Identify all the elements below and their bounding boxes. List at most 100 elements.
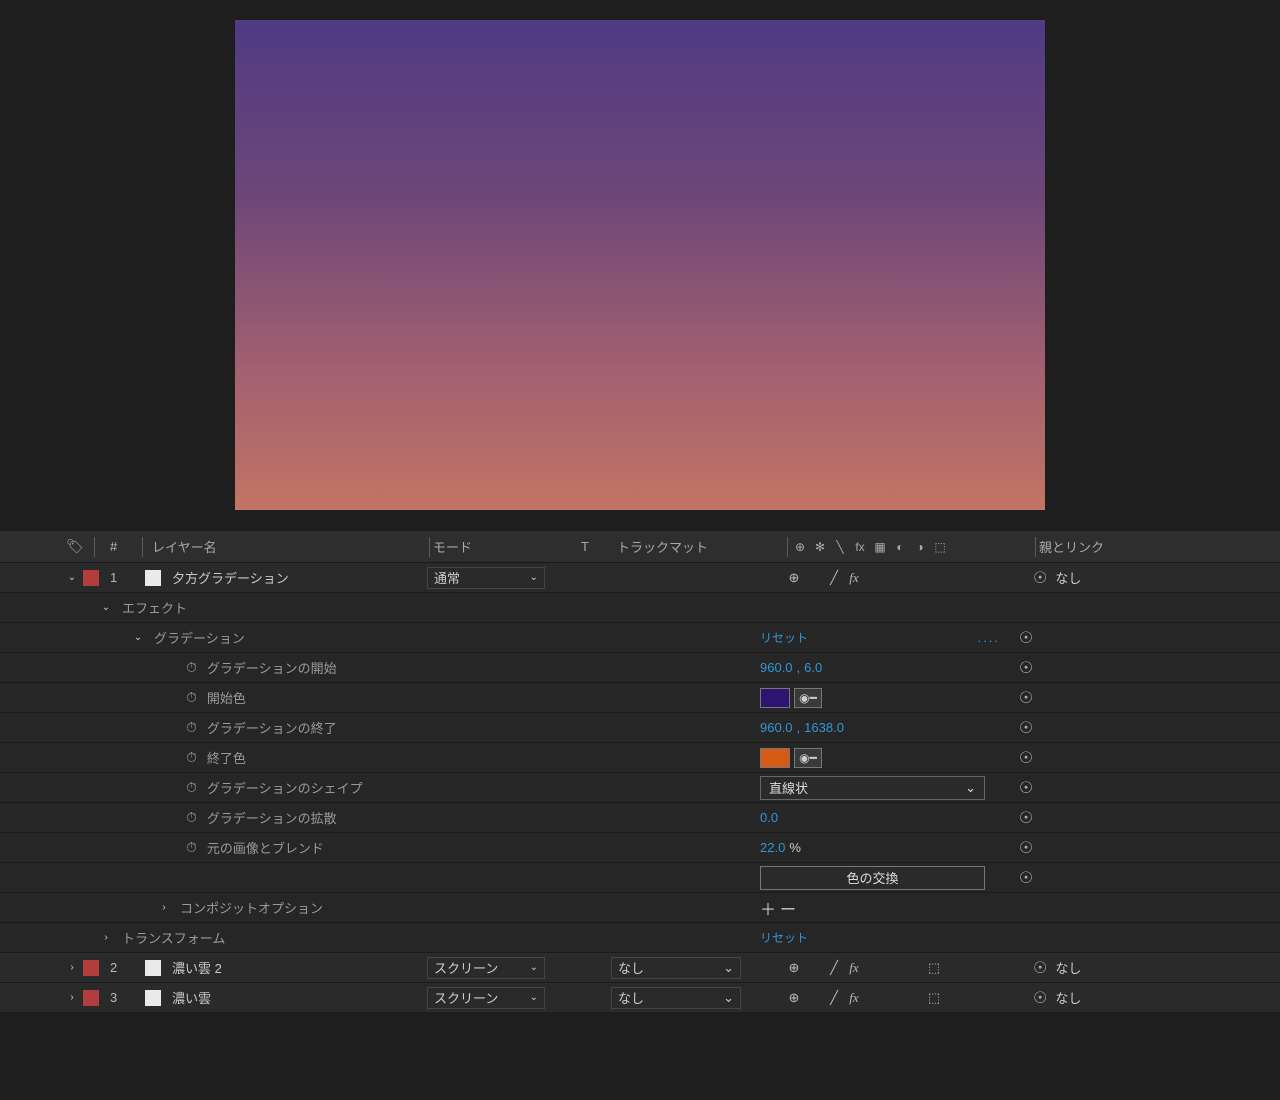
layer-3-parent-value[interactable]: なし	[1055, 988, 1081, 1007]
layer-1-parent-value[interactable]: なし	[1055, 568, 1081, 587]
prop-start-point-y[interactable]: 6.0	[804, 660, 822, 675]
layer-1-color-label[interactable]	[83, 570, 99, 586]
3d-icon[interactable]: ⬚	[931, 540, 949, 554]
stopwatch-icon[interactable]: ⏱	[186, 779, 197, 796]
layer-3-expand-toggle[interactable]	[66, 992, 78, 1003]
composition-preview-area	[0, 0, 1280, 530]
layer-1-name[interactable]: 夕方グラデーション	[172, 568, 289, 587]
index-column-header[interactable]: #	[110, 531, 140, 562]
layer-1-switches[interactable]: ⊕ ╱ fx	[785, 570, 943, 586]
layer-3-name[interactable]: 濃い雲	[172, 988, 211, 1007]
effects-expand-toggle[interactable]	[100, 602, 112, 613]
parent-link-column-header[interactable]: 親とリンク	[1039, 531, 1179, 562]
composite-plus-minus[interactable]: ＋ー	[760, 896, 800, 920]
layer-row-1[interactable]: 1 夕方グラデーション 通常⌄ ⊕ ╱ fx ☉ なし	[0, 562, 1280, 592]
link-spiral-icon[interactable]: ☉	[1019, 778, 1033, 798]
prop-start-color-row: ⏱ 開始色 ◉━ ☉	[0, 682, 1280, 712]
link-spiral-icon[interactable]: ☉	[1019, 688, 1033, 708]
gradient-link-spiral-icon[interactable]: ☉	[1019, 628, 1033, 648]
layer-1-quality[interactable]: ╱	[825, 570, 843, 586]
layer-1-fx[interactable]: fx	[845, 570, 863, 586]
link-spiral-icon[interactable]: ☉	[1019, 808, 1033, 828]
prop-start-point-x[interactable]: 960.0	[760, 660, 793, 675]
motion-blur-icon[interactable]: ◐	[891, 540, 909, 554]
start-color-eyedropper[interactable]: ◉━	[794, 688, 822, 708]
composite-options-row[interactable]: コンポジットオプション ＋ー	[0, 892, 1280, 922]
link-spiral-icon[interactable]: ☉	[1019, 718, 1033, 738]
prop-end-color-label: 終了色	[207, 748, 246, 767]
prop-swap-row: 色の交換 ☉	[0, 862, 1280, 892]
layer-3-color-label[interactable]	[83, 990, 99, 1006]
link-spiral-icon[interactable]: ☉	[1019, 838, 1033, 858]
layer-2-quality[interactable]: ╱	[825, 960, 843, 976]
link-spiral-icon[interactable]: ☉	[1019, 658, 1033, 678]
link-spiral-icon[interactable]: ☉	[1019, 868, 1033, 888]
layer-name-column-header[interactable]: レイヤー名	[152, 531, 427, 562]
transform-reset-link[interactable]: リセット	[760, 929, 808, 946]
gradient-effect-row[interactable]: グラデーション リセット .... ☉	[0, 622, 1280, 652]
link-spiral-icon[interactable]: ☉	[1019, 748, 1033, 768]
gradient-expand-toggle[interactable]	[132, 632, 144, 643]
stopwatch-icon[interactable]: ⏱	[186, 839, 197, 856]
layer-3-quality[interactable]: ╱	[825, 990, 843, 1006]
layer-2-pickwhip-icon[interactable]: ☉	[1033, 958, 1047, 978]
shy-icon[interactable]: ⊕	[791, 540, 809, 554]
prop-end-point-y[interactable]: 1638.0	[804, 720, 844, 735]
layer-3-index: 3	[110, 983, 140, 1012]
layer-3-pickwhip-icon[interactable]: ☉	[1033, 988, 1047, 1008]
quality-icon[interactable]: ╲	[831, 540, 849, 554]
layer-3-matte-dropdown[interactable]: なし⌄	[611, 987, 741, 1009]
layer-3-3d[interactable]: ⬚	[925, 990, 943, 1006]
layer-3-shy[interactable]: ⊕	[785, 990, 803, 1006]
stopwatch-icon[interactable]: ⏱	[186, 719, 197, 736]
transform-row[interactable]: トランスフォーム リセット	[0, 922, 1280, 952]
prop-blend-value[interactable]: 22.0	[760, 840, 785, 855]
layer-2-parent-value[interactable]: なし	[1055, 958, 1081, 977]
layer-1-pickwhip-icon[interactable]: ☉	[1033, 568, 1047, 588]
layer-3-switches[interactable]: ⊕ ╱ fx ⬚	[785, 990, 943, 1006]
transform-expand-toggle[interactable]	[100, 932, 112, 943]
layer-row-3[interactable]: 3 濃い雲 スクリーン⌄ なし⌄ ⊕ ╱ fx ⬚ ☉	[0, 982, 1280, 1012]
stopwatch-icon[interactable]: ⏱	[186, 809, 197, 826]
shape-dropdown[interactable]: 直線状⌄	[760, 776, 985, 800]
frame-blend-icon[interactable]: ▦	[871, 540, 889, 554]
layer-2-color-label[interactable]	[83, 960, 99, 976]
composition-preview-canvas[interactable]	[235, 20, 1045, 510]
stopwatch-icon[interactable]: ⏱	[186, 689, 197, 706]
layer-2-3d[interactable]: ⬚	[925, 960, 943, 976]
end-color-chip[interactable]	[760, 748, 790, 768]
mode-column-header[interactable]: モード	[433, 531, 581, 562]
effects-group-row[interactable]: エフェクト	[0, 592, 1280, 622]
stopwatch-icon[interactable]: ⏱	[186, 749, 197, 766]
t-column-header[interactable]: T	[581, 531, 617, 562]
swap-colors-button[interactable]: 色の交換	[760, 866, 985, 890]
prop-blend-row: ⏱ 元の画像とブレンド 22.0% ☉	[0, 832, 1280, 862]
layer-2-matte-dropdown[interactable]: なし⌄	[611, 957, 741, 979]
layer-3-fx[interactable]: fx	[845, 990, 863, 1006]
layer-3-mode-dropdown[interactable]: スクリーン⌄	[427, 987, 545, 1009]
layer-row-2[interactable]: 2 濃い雲 2 スクリーン⌄ なし⌄ ⊕ ╱ fx ⬚	[0, 952, 1280, 982]
adjustment-icon[interactable]: ◑	[911, 540, 929, 554]
prop-start-point-label: グラデーションの開始	[207, 658, 337, 677]
gradient-options-link[interactable]: ....	[978, 630, 1000, 645]
layer-1-expand-toggle[interactable]	[66, 572, 78, 583]
layer-2-switches[interactable]: ⊕ ╱ fx ⬚	[785, 960, 943, 976]
track-matte-column-header[interactable]: トラックマット	[617, 531, 785, 562]
switches-column-icons[interactable]: ⊕ ✻ ╲ fx ▦ ◐ ◑ ⬚	[791, 540, 949, 554]
layer-2-expand-toggle[interactable]	[66, 962, 78, 973]
collapse-icon[interactable]: ✻	[811, 540, 829, 554]
layer-2-name[interactable]: 濃い雲 2	[172, 958, 222, 977]
layer-2-fx[interactable]: fx	[845, 960, 863, 976]
stopwatch-icon[interactable]: ⏱	[186, 659, 197, 676]
composite-expand-toggle[interactable]	[158, 902, 170, 913]
layer-2-shy[interactable]: ⊕	[785, 960, 803, 976]
end-color-eyedropper[interactable]: ◉━	[794, 748, 822, 768]
prop-end-point-x[interactable]: 960.0	[760, 720, 793, 735]
layer-2-mode-dropdown[interactable]: スクリーン⌄	[427, 957, 545, 979]
prop-scatter-value[interactable]: 0.0	[760, 810, 778, 825]
gradient-reset-link[interactable]: リセット	[760, 629, 808, 646]
layer-1-shy[interactable]: ⊕	[785, 570, 803, 586]
start-color-chip[interactable]	[760, 688, 790, 708]
layer-1-mode-dropdown[interactable]: 通常⌄	[427, 567, 545, 589]
fx-icon[interactable]: fx	[851, 540, 869, 554]
